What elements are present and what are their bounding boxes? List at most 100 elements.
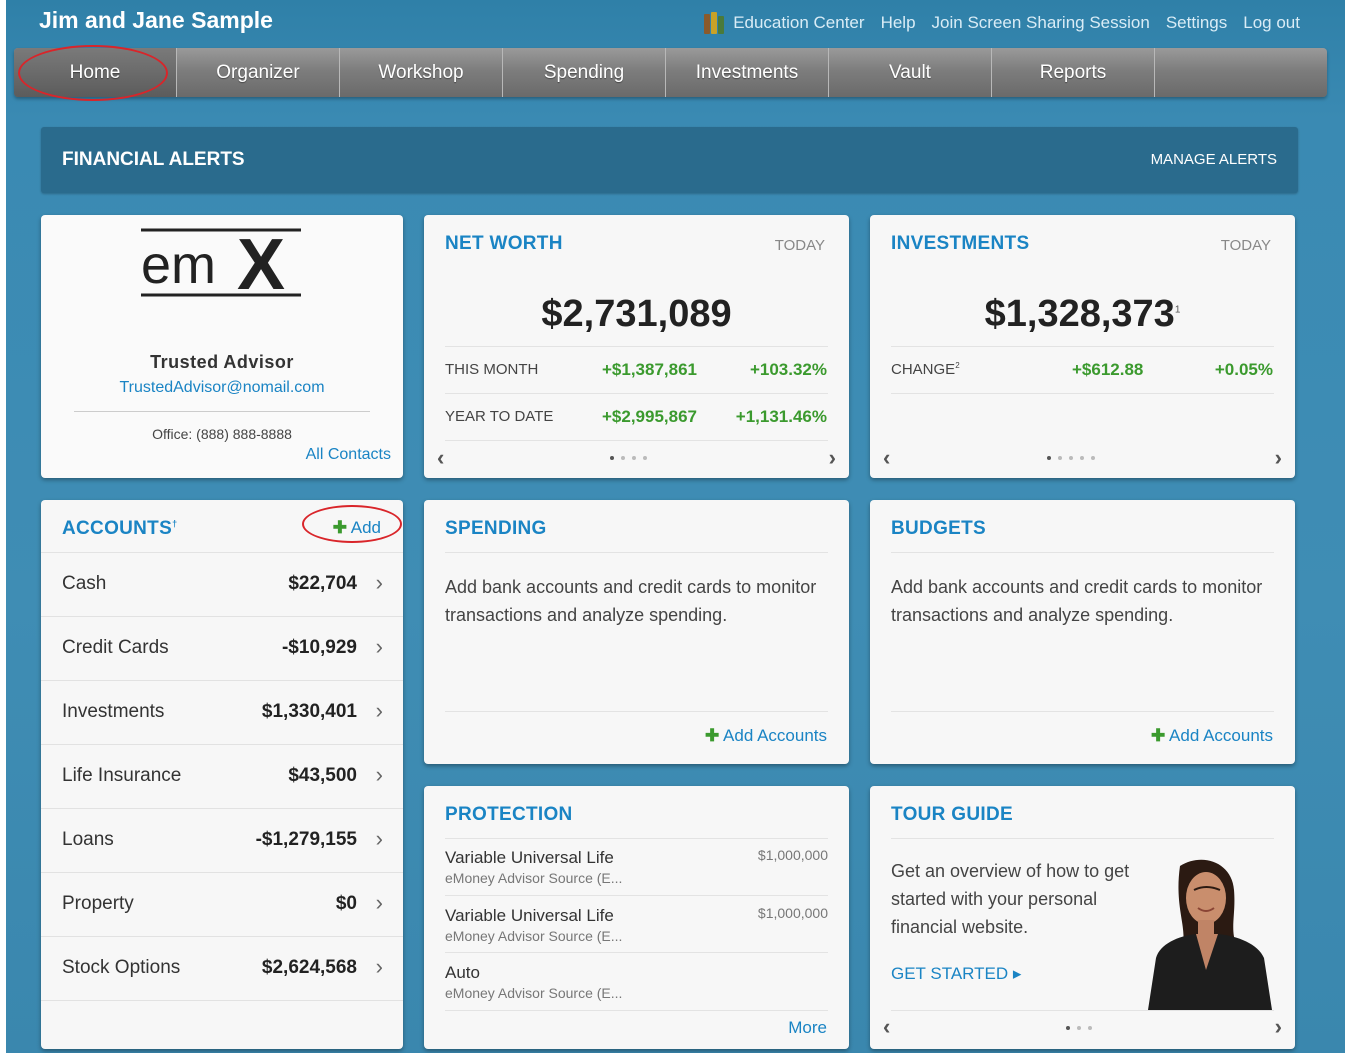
account-value: -$10,929 — [281, 637, 357, 658]
carousel-dots — [610, 456, 647, 460]
prev-chevron-icon[interactable]: ‹ — [883, 1014, 890, 1040]
investments-period: TODAY — [1220, 237, 1271, 254]
divider — [445, 1010, 828, 1011]
advisor-office-phone: Office: (888) 888-8888 — [152, 426, 292, 442]
net-worth-value: $2,731,089 — [541, 293, 732, 335]
spending-text: Add bank accounts and credit cards to mo… — [445, 577, 817, 625]
budgets-card: BUDGETS Add bank accounts and credit car… — [870, 500, 1295, 764]
account-value: -$1,279,155 — [255, 829, 357, 850]
policy-name[interactable]: Variable Universal Life — [445, 848, 614, 868]
divider — [74, 411, 370, 412]
account-row-cash[interactable]: Cash $22,704 › — [41, 553, 403, 617]
accounts-title-wrap: ACCOUNTS† — [62, 518, 177, 540]
add-highlight-circle — [302, 505, 402, 543]
tab-vault[interactable]: Vault — [829, 48, 992, 97]
account-row-property[interactable]: Property $0 › — [41, 873, 403, 937]
footnote-1: 1 — [1174, 304, 1181, 316]
account-value: $22,704 — [288, 573, 357, 594]
divider — [891, 393, 1274, 394]
chevron-right-icon: › — [375, 570, 383, 595]
tab-spending[interactable]: Spending — [503, 48, 666, 97]
account-label: Credit Cards — [62, 637, 169, 658]
budgets-text: Add bank accounts and credit cards to mo… — [891, 577, 1263, 625]
policy-source: eMoney Advisor Source (E... — [445, 928, 623, 944]
tour-guide-card: TOUR GUIDE Get an overview of how to get… — [870, 786, 1295, 1049]
manage-alerts-link[interactable]: MANAGE ALERTS — [1151, 151, 1277, 168]
all-contacts-link[interactable]: All Contacts — [306, 446, 391, 464]
budgets-title[interactable]: BUDGETS — [891, 518, 986, 540]
top-links: Education Center Help Join Screen Sharin… — [704, 12, 1300, 34]
policy-amount: $1,000,000 — [757, 905, 828, 921]
prev-chevron-icon[interactable]: ‹ — [437, 445, 444, 471]
add-accounts-label: Add Accounts — [1169, 726, 1273, 745]
next-chevron-icon[interactable]: › — [1275, 445, 1282, 471]
budgets-add-accounts-link[interactable]: ✚ Add Accounts — [1151, 726, 1273, 746]
divider — [891, 346, 1274, 347]
divider — [445, 440, 828, 441]
account-row-life-insurance[interactable]: Life Insurance $43,500 › — [41, 745, 403, 809]
investments-title[interactable]: INVESTMENTS — [891, 233, 1029, 255]
divider — [891, 552, 1274, 553]
divider — [445, 552, 828, 553]
ytd-label: YEAR TO DATE — [445, 408, 554, 425]
education-center-label: Education Center — [733, 13, 865, 32]
page-background: Jim and Jane Sample Education Center Hel… — [6, 0, 1345, 1053]
plus-icon: ✚ — [704, 726, 720, 745]
account-row-credit-cards[interactable]: Credit Cards -$10,929 › — [41, 617, 403, 681]
prev-chevron-icon[interactable]: ‹ — [883, 445, 890, 471]
main-nav: Home Organizer Workshop Spending Investm… — [14, 48, 1327, 97]
account-label: Investments — [62, 701, 165, 722]
tab-workshop[interactable]: Workshop — [340, 48, 503, 97]
more-link[interactable]: More — [788, 1018, 827, 1038]
policy-source: eMoney Advisor Source (E... — [445, 870, 623, 886]
protection-title[interactable]: PROTECTION — [445, 804, 573, 826]
next-chevron-icon[interactable]: › — [1275, 1014, 1282, 1040]
spending-title[interactable]: SPENDING — [445, 518, 547, 540]
divider — [445, 952, 828, 953]
chevron-right-icon: › — [375, 954, 383, 979]
chevron-right-icon: › — [375, 698, 383, 723]
tab-investments[interactable]: Investments — [666, 48, 829, 97]
account-row-stock-options[interactable]: Stock Options $2,624,568 › — [41, 937, 403, 1001]
account-label: Property — [62, 893, 134, 914]
divider — [445, 346, 828, 347]
get-started-link[interactable]: GET STARTED ▸ — [891, 964, 1021, 984]
account-label: Loans — [62, 829, 114, 850]
next-chevron-icon[interactable]: › — [829, 445, 836, 471]
account-label: Life Insurance — [62, 765, 182, 786]
accounts-footnote: † — [172, 518, 178, 529]
policy-name[interactable]: Variable Universal Life — [445, 906, 614, 926]
household-name: Jim and Jane Sample — [39, 7, 273, 33]
accounts-title[interactable]: ACCOUNTS — [62, 518, 172, 539]
account-row-investments[interactable]: Investments $1,330,401 › — [41, 681, 403, 745]
policy-source: eMoney Advisor Source (E... — [445, 985, 623, 1001]
this-month-amount: +$1,387,861 — [602, 360, 698, 379]
divider — [445, 711, 828, 712]
accounts-card: ACCOUNTS† ✚ Add Cash $22,704 › Credit Ca… — [41, 500, 403, 1049]
divider — [891, 1010, 1274, 1011]
settings-link[interactable]: Settings — [1166, 13, 1227, 33]
spending-add-accounts-link[interactable]: ✚ Add Accounts — [705, 726, 827, 746]
screen-sharing-link[interactable]: Join Screen Sharing Session — [932, 13, 1150, 33]
investments-value: $1,328,373 — [984, 293, 1175, 335]
account-label: Cash — [62, 573, 107, 594]
tab-reports[interactable]: Reports — [992, 48, 1155, 97]
nav-filler — [1155, 48, 1327, 97]
footnote-2: 2 — [955, 361, 960, 370]
advisor-email[interactable]: TrustedAdvisor@nomail.com — [41, 379, 403, 397]
tab-organizer[interactable]: Organizer — [177, 48, 340, 97]
account-row-loans[interactable]: Loans -$1,279,155 › — [41, 809, 403, 873]
change-label-wrap: CHANGE2 — [891, 361, 960, 378]
net-worth-title[interactable]: NET WORTH — [445, 233, 563, 255]
chevron-right-icon: › — [375, 890, 383, 915]
tour-title[interactable]: TOUR GUIDE — [891, 804, 1013, 826]
account-label: Stock Options — [62, 957, 181, 978]
help-link[interactable]: Help — [881, 13, 916, 33]
financial-alerts-bar: FINANCIAL ALERTS MANAGE ALERTS — [41, 127, 1298, 193]
education-center-link[interactable]: Education Center — [704, 12, 865, 34]
policy-name[interactable]: Auto — [445, 963, 480, 983]
chevron-right-icon: › — [375, 634, 383, 659]
logout-link[interactable]: Log out — [1243, 13, 1300, 33]
divider — [891, 838, 1274, 839]
change-pct: +0.05% — [1214, 360, 1273, 379]
